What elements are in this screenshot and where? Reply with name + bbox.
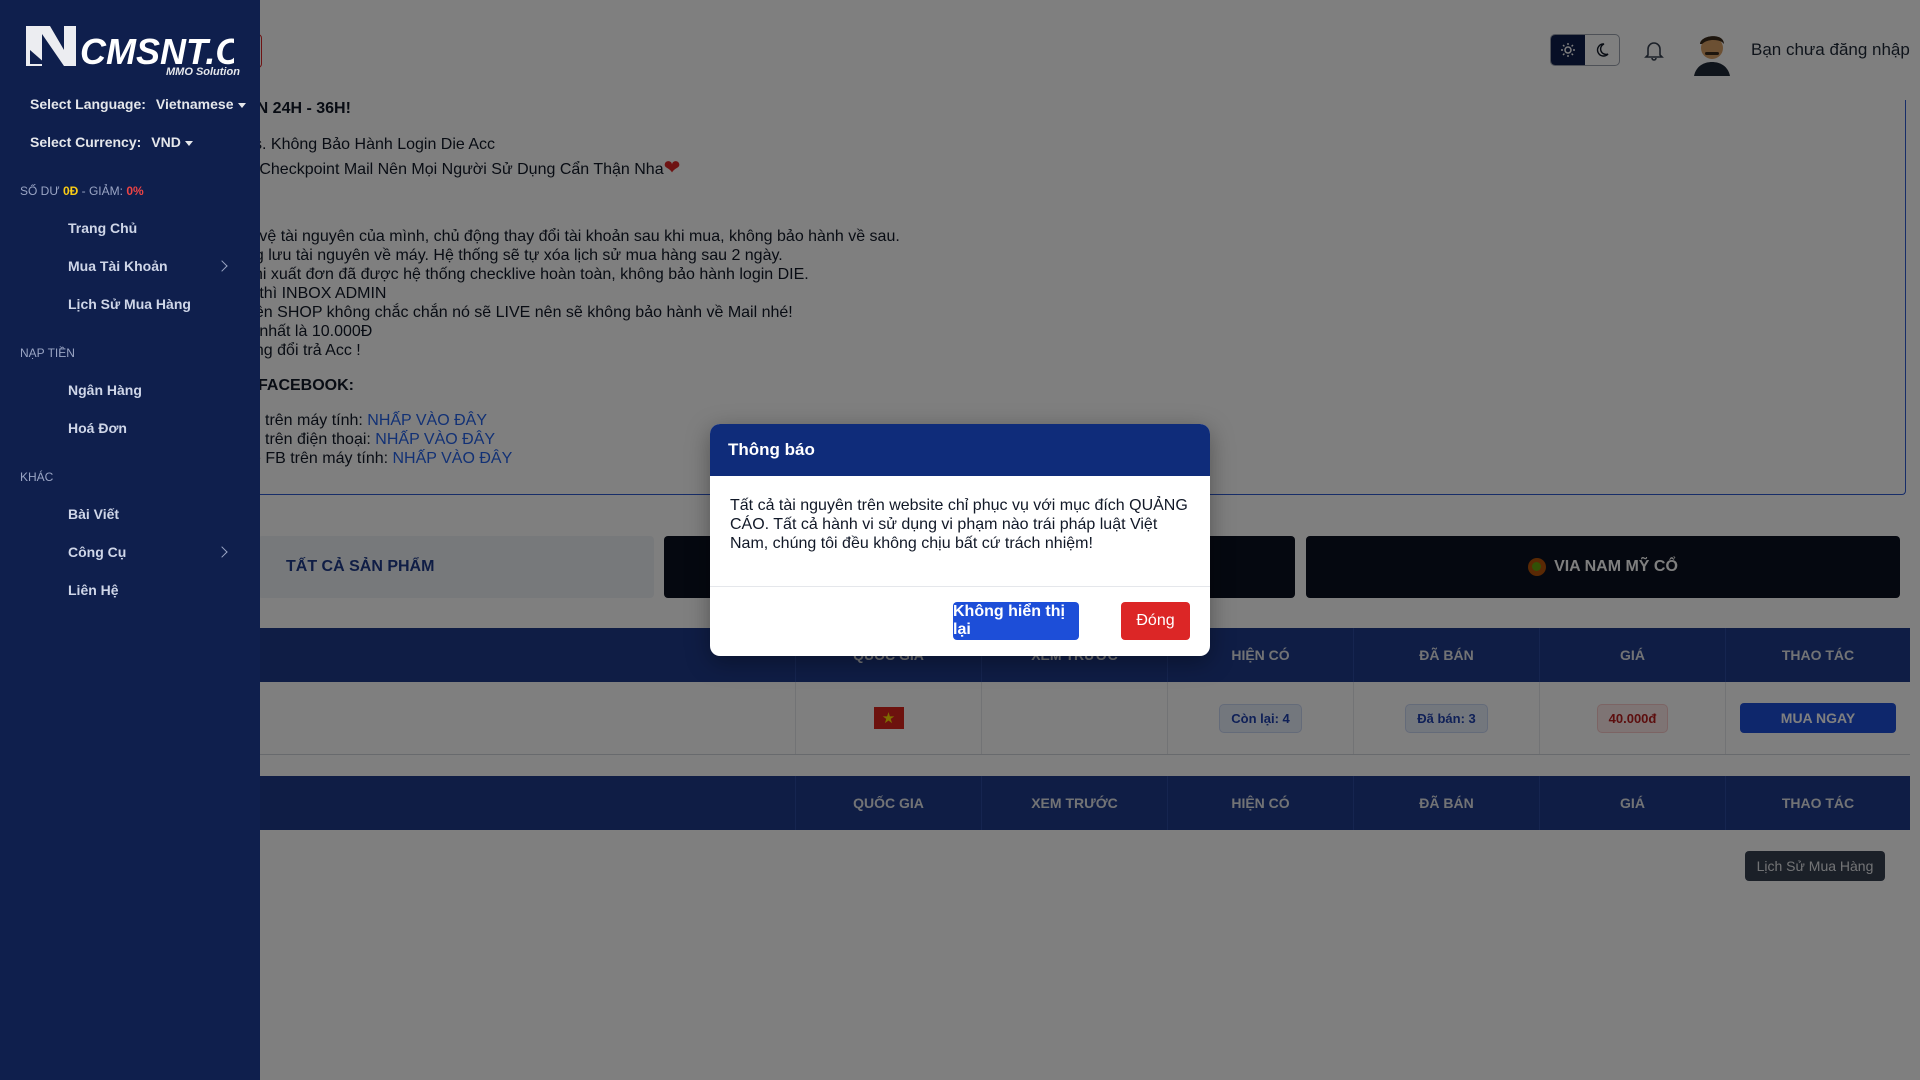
chevron-right-icon [216,546,228,558]
section-other: KHÁC [20,470,54,484]
chevron-right-icon [216,260,228,272]
modal-title: Thông báo [710,424,1210,476]
sidebar-item-home[interactable]: Trang Chủ [68,220,137,236]
sidebar-item-history[interactable]: Lịch Sử Mua Hàng [68,296,191,312]
caret-down-icon [184,140,193,146]
section-topup: NẠP TIỀN [20,346,75,360]
notice-modal: Thông báo Tất cả tài nguyên trên website… [710,424,1210,656]
close-button[interactable]: Đóng [1121,602,1190,640]
dont-show-again-button[interactable]: Không hiển thị lại [953,602,1079,640]
sidebar-item-contact[interactable]: Liên Hệ [68,582,119,598]
caret-down-icon [237,102,246,108]
sidebar-item-invoice[interactable]: Hoá Đơn [68,420,127,436]
balance-section: SỐ DƯ 0Đ - GIẢM: 0% [20,184,144,198]
modal-body: Tất cả tài nguyên trên website chỉ phục … [710,476,1210,587]
sidebar-item-bank[interactable]: Ngân Hàng [68,382,142,398]
logo-subtitle: MMO Solution [166,66,240,78]
sidebar-item-tools[interactable]: Công Cụ [68,544,126,560]
sidebar-item-buy-account[interactable]: Mua Tài Khoản [68,258,168,274]
language-selector[interactable]: Select Language: Vietnamese [30,96,246,112]
currency-selector[interactable]: Select Currency: VND [30,134,193,150]
sidebar: CMSNT.CO MMO Solution Select Language:Vi… [0,0,269,1080]
sidebar-item-posts[interactable]: Bài Viết [68,506,119,522]
